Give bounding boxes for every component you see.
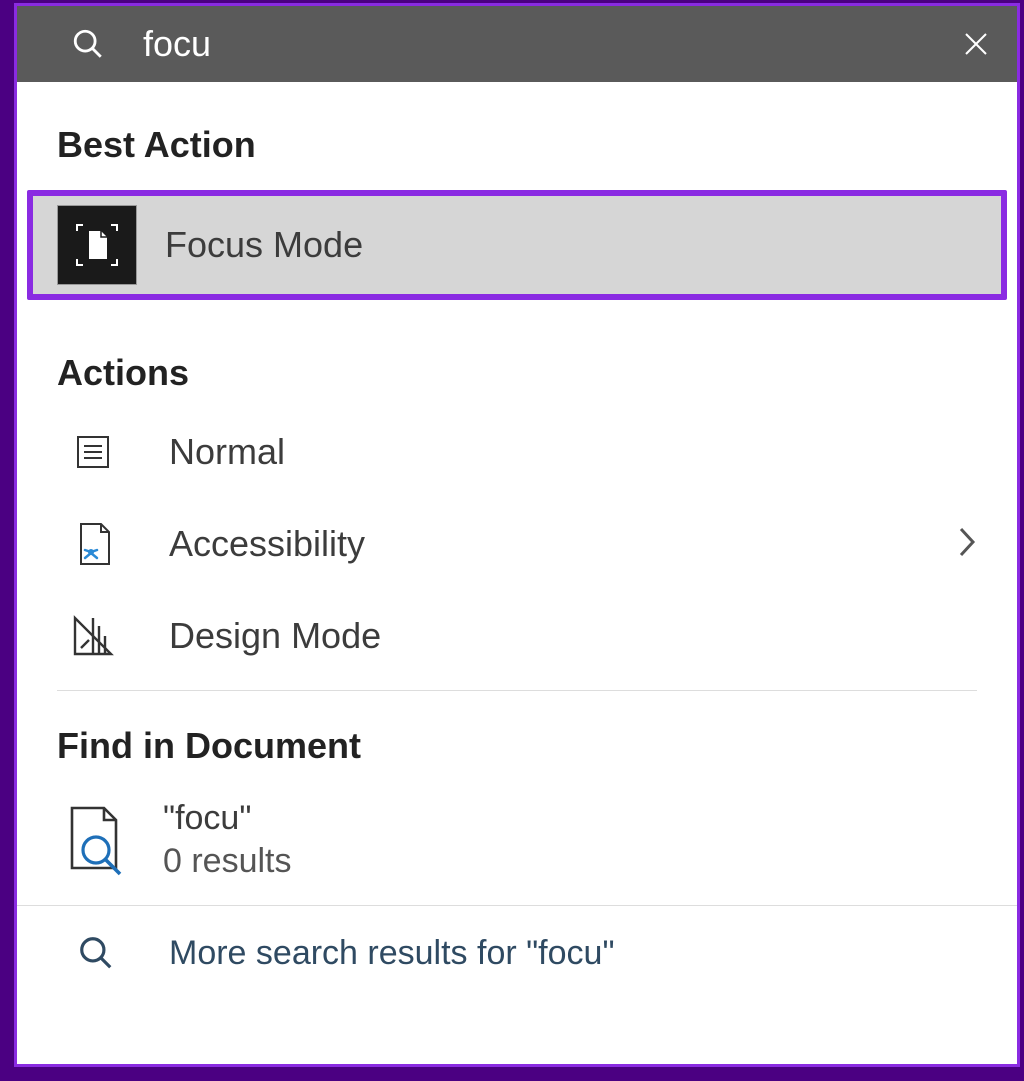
find-in-document-heading: Find in Document [17, 691, 1017, 779]
normal-view-icon [69, 428, 117, 476]
action-label: Normal [169, 431, 285, 473]
best-action-label: Focus Mode [165, 224, 363, 266]
results-body: Best Action Focus Mode Actions [17, 82, 1017, 1064]
find-results-count: 0 results [163, 842, 292, 881]
find-term: "focu" [163, 799, 292, 838]
focus-mode-icon [57, 205, 137, 285]
search-icon [75, 932, 117, 974]
action-design-mode[interactable]: Design Mode [17, 590, 1017, 682]
best-action-focus-mode[interactable]: Focus Mode [27, 190, 1007, 300]
more-results-label: More search results for "focu" [169, 934, 615, 973]
search-icon [67, 23, 109, 65]
action-accessibility[interactable]: Accessibility [17, 498, 1017, 590]
find-in-document-row[interactable]: "focu" 0 results [17, 779, 1017, 901]
find-text: "focu" 0 results [163, 799, 292, 881]
search-input[interactable] [143, 23, 955, 65]
search-panel: Best Action Focus Mode Actions [14, 3, 1020, 1067]
action-label: Accessibility [169, 523, 365, 565]
actions-heading: Actions [17, 318, 1017, 406]
close-button[interactable] [955, 23, 997, 65]
document-search-icon [63, 805, 127, 875]
search-bar [17, 6, 1017, 82]
action-label: Design Mode [169, 615, 381, 657]
design-mode-icon [69, 612, 117, 660]
accessibility-icon [69, 520, 117, 568]
chevron-right-icon [957, 525, 977, 564]
best-action-heading: Best Action [17, 90, 1017, 178]
action-normal[interactable]: Normal [17, 406, 1017, 498]
more-search-results[interactable]: More search results for "focu" [17, 905, 1017, 1000]
